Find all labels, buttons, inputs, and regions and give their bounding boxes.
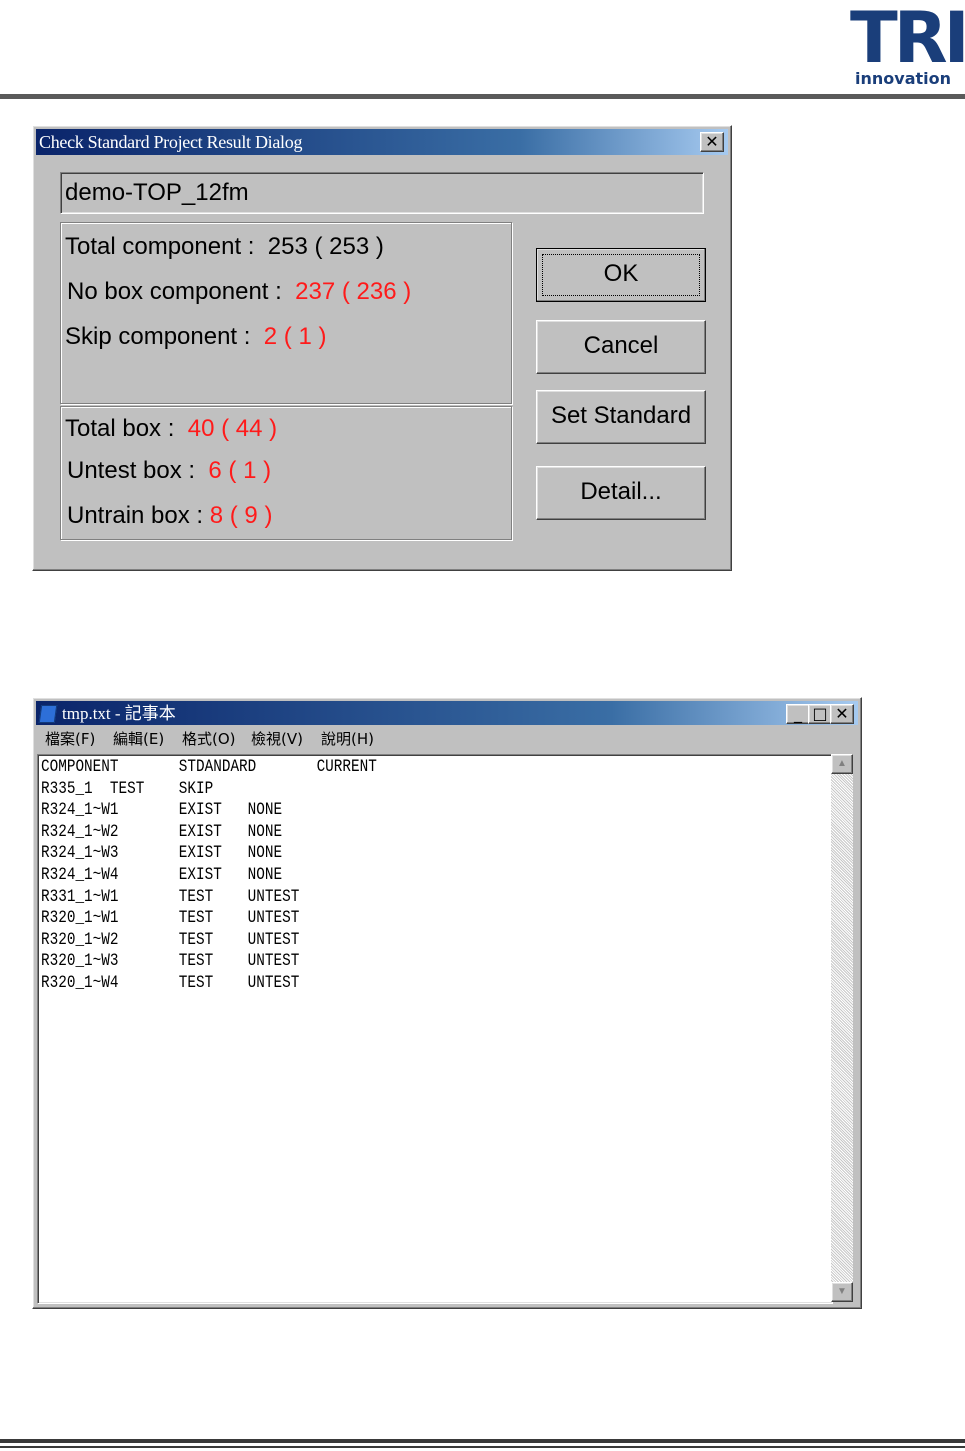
- notepad-close-button[interactable]: ✕: [830, 704, 854, 724]
- menu-edit[interactable]: 編輯(E): [113, 729, 164, 749]
- no-box-component-row: No box component : 237 ( 236 ): [67, 278, 411, 306]
- ok-button[interactable]: OK: [536, 248, 706, 302]
- scroll-up-icon: ▲: [837, 758, 847, 769]
- untest-box-value: 6 ( 1 ): [208, 457, 272, 484]
- cancel-button[interactable]: Cancel: [536, 320, 706, 374]
- detail-button[interactable]: Detail...: [536, 466, 706, 520]
- notepad-title-bar[interactable]: tmp.txt - 記事本 _ □ ✕: [36, 701, 858, 725]
- maximize-icon: □: [812, 704, 828, 723]
- ok-button-label: OK: [542, 254, 700, 296]
- minimize-button[interactable]: _: [786, 704, 810, 724]
- close-icon: ✕: [835, 704, 849, 723]
- logo-subtext: innovation: [855, 69, 951, 88]
- no-box-component-label: No box component :: [67, 278, 282, 305]
- menu-view[interactable]: 檢視(V): [251, 729, 303, 749]
- total-box-row: Total box : 40 ( 44 ): [65, 415, 277, 443]
- dialog-title-bar[interactable]: Check Standard Project Result Dialog ✕: [36, 129, 728, 155]
- minimize-icon: _: [794, 704, 802, 723]
- tri-innovation-logo: TRI innovation: [848, 0, 965, 90]
- total-box-label: Total box :: [65, 415, 175, 442]
- untrain-box-row: Untrain box : 8 ( 9 ): [67, 502, 272, 530]
- dialog-title: Check Standard Project Result Dialog: [39, 132, 303, 152]
- text-edit-area[interactable]: COMPONENT STDANDARD CURRENT R335_1 TEST …: [37, 754, 833, 1304]
- dialog-close-button[interactable]: ✕: [700, 132, 724, 152]
- untrain-box-value: 8 ( 9 ): [209, 502, 273, 529]
- notepad-icon: [38, 705, 58, 723]
- scroll-up-button[interactable]: ▲: [831, 754, 853, 774]
- skip-component-value: 2 ( 1 ): [263, 323, 327, 350]
- check-standard-dialog: Check Standard Project Result Dialog ✕ d…: [32, 125, 732, 571]
- total-box-value: 40 ( 44 ): [187, 415, 278, 442]
- footer-divider-thin: [0, 1446, 965, 1448]
- untest-box-row: Untest box : 6 ( 1 ): [67, 457, 271, 485]
- set-standard-button[interactable]: Set Standard: [536, 390, 706, 444]
- maximize-button[interactable]: □: [808, 704, 832, 724]
- file-content: COMPONENT STDANDARD CURRENT R335_1 TEST …: [41, 757, 377, 993]
- total-component-label: Total component :: [65, 233, 255, 260]
- footer-divider: [0, 1439, 965, 1443]
- total-component-value: 253 ( 253 ): [267, 233, 384, 260]
- close-icon: ✕: [705, 132, 719, 151]
- project-name-field: demo-TOP_12fm: [60, 172, 704, 214]
- project-name: demo-TOP_12fm: [65, 179, 249, 206]
- notepad-title: tmp.txt - 記事本: [62, 704, 176, 723]
- component-stats-group: Total component : 253 ( 253 ) No box com…: [60, 222, 512, 404]
- scroll-down-button[interactable]: ▼: [831, 1282, 853, 1302]
- no-box-component-value: 237 ( 236 ): [295, 278, 412, 305]
- untrain-box-label: Untrain box :: [67, 502, 204, 529]
- menu-format[interactable]: 格式(O): [182, 729, 236, 749]
- menu-bar: 檔案(F) 編輯(E) 格式(O) 檢視(V) 說明(H): [37, 727, 857, 751]
- menu-help[interactable]: 說明(H): [321, 729, 374, 749]
- vertical-scrollbar[interactable]: ▲ ▼: [831, 754, 853, 1302]
- total-component-row: Total component : 253 ( 253 ): [65, 233, 384, 261]
- scroll-down-icon: ▼: [837, 1286, 847, 1297]
- untest-box-label: Untest box :: [67, 457, 196, 484]
- logo-text: TRI: [850, 0, 965, 79]
- header-divider: [0, 94, 965, 99]
- notepad-window: tmp.txt - 記事本 _ □ ✕ 檔案(F) 編輯(E) 格式(O) 檢視…: [32, 697, 862, 1309]
- skip-component-label: Skip component :: [65, 323, 251, 350]
- skip-component-row: Skip component : 2 ( 1 ): [65, 323, 326, 351]
- box-stats-group: Total box : 40 ( 44 ) Untest box : 6 ( 1…: [60, 406, 512, 540]
- menu-file[interactable]: 檔案(F): [45, 729, 95, 749]
